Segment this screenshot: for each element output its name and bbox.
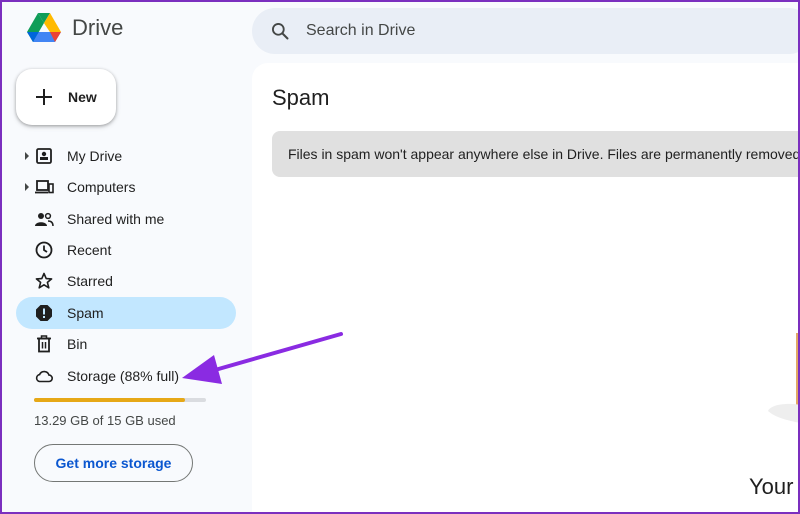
drive-logo-icon <box>27 13 61 42</box>
empty-state-heading: Your <box>749 474 794 499</box>
sidebar-item-my-drive[interactable]: My Drive <box>16 140 236 172</box>
sidebar-item-shared[interactable]: Shared with me <box>16 203 236 235</box>
expand-caret-icon[interactable] <box>25 183 29 191</box>
page-title: Spam <box>272 85 330 110</box>
sidebar-item-label: Starred <box>67 273 113 289</box>
sidebar-item-label: Computers <box>67 179 136 195</box>
sidebar-item-label: Recent <box>67 242 112 258</box>
sidebar-item-label: Storage (88% full) <box>67 368 180 384</box>
star-icon <box>35 272 53 289</box>
sidebar-item-starred[interactable]: Starred <box>16 265 236 297</box>
sidebar-item-recent[interactable]: Recent <box>16 234 236 266</box>
plus-icon <box>36 89 52 105</box>
new-button[interactable]: New <box>16 69 116 125</box>
main-panel: Spam Files in spam won't appear anywhere… <box>252 63 800 514</box>
expand-caret-icon[interactable] <box>25 152 29 160</box>
sidebar-item-computers[interactable]: Computers <box>16 171 236 203</box>
trash-icon <box>37 335 51 353</box>
storage-meter-fill <box>34 398 186 402</box>
app-name: Drive <box>72 15 124 40</box>
sidebar-item-bin[interactable]: Bin <box>16 328 236 360</box>
get-more-storage-button[interactable]: Get more storage <box>34 444 193 482</box>
sidebar-item-label: Bin <box>67 336 88 352</box>
search-bar[interactable]: Search in Drive <box>252 8 800 54</box>
spam-icon <box>36 305 52 321</box>
storage-used-text: 13.29 GB of 15 GB used <box>34 413 176 428</box>
spam-notice-banner: Files in spam won't appear anywhere else… <box>272 131 800 177</box>
sidebar-item-label: Spam <box>67 305 104 321</box>
spam-notice-text: Files in spam won't appear anywhere else… <box>288 146 800 162</box>
sidebar-item-spam[interactable]: Spam <box>16 297 236 329</box>
drive-logo[interactable]: Drive <box>26 12 123 44</box>
cloud-icon <box>35 370 53 383</box>
storage-meter <box>34 398 206 402</box>
new-button-label: New <box>68 89 97 105</box>
sidebar-item-storage[interactable]: Storage (88% full) <box>16 360 236 392</box>
search-input[interactable]: Search in Drive <box>306 22 415 40</box>
search-icon[interactable] <box>270 21 290 41</box>
my-drive-icon <box>36 148 52 164</box>
clock-icon <box>35 241 53 259</box>
sidebar-item-label: My Drive <box>67 148 123 164</box>
shared-icon <box>35 212 54 227</box>
sidebar-item-label: Shared with me <box>67 211 165 227</box>
computers-icon <box>35 180 54 194</box>
empty-state-illustration <box>768 333 800 423</box>
